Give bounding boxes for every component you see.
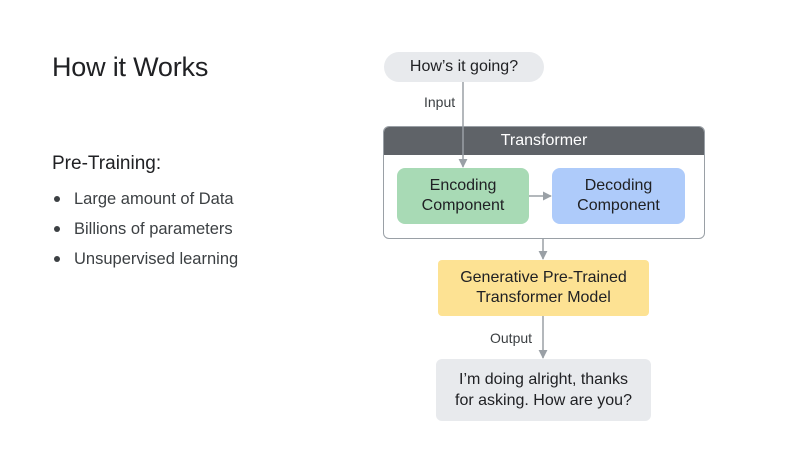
slide: How it Works Pre-Training: Large amount … bbox=[0, 0, 785, 456]
input-label: Input bbox=[424, 94, 456, 110]
output-label: Output bbox=[490, 330, 533, 346]
encoding-line-1: Encoding bbox=[429, 177, 497, 194]
model-line-1: Generative Pre-Trained bbox=[460, 269, 627, 286]
encoding-component: Encoding Component bbox=[397, 168, 529, 224]
decoding-line-2: Component bbox=[577, 197, 660, 214]
decoding-component: Decoding Component bbox=[552, 168, 685, 224]
decoding-line-1: Decoding bbox=[584, 177, 653, 194]
input-prompt-bubble: How’s it going? bbox=[384, 52, 544, 82]
input-prompt-text: How’s it going? bbox=[409, 58, 519, 75]
response-bubble: I’m doing alright, thanks for asking. Ho… bbox=[436, 359, 651, 421]
gpt-model-box: Generative Pre-Trained Transformer Model bbox=[438, 260, 649, 316]
model-line-2: Transformer Model bbox=[476, 289, 611, 306]
response-line-1: I’m doing alright, thanks bbox=[459, 371, 628, 388]
transformer-diagram: Transformer How’s it going? Input Encodi… bbox=[0, 0, 785, 456]
encoding-line-2: Component bbox=[421, 197, 505, 214]
response-line-2: for asking. How are you? bbox=[455, 392, 632, 409]
